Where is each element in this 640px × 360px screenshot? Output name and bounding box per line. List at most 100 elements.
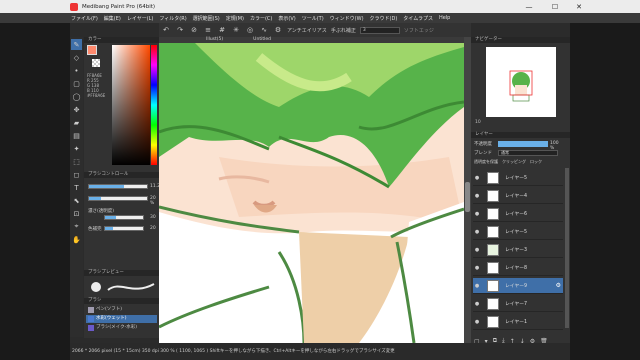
menu-timelapse[interactable]: タイムラプス — [403, 15, 433, 22]
color-fill-slider[interactable] — [104, 226, 144, 231]
navigator-thumbnail — [509, 70, 533, 102]
blend-select[interactable]: 通常 — [498, 150, 558, 156]
visibility-icon[interactable]: ● — [473, 229, 481, 235]
brush-opacity-slider[interactable] — [88, 196, 148, 201]
layer-panel-title: レイヤー — [471, 132, 570, 138]
soft-edge-label[interactable]: ソフトエッジ — [404, 27, 434, 34]
navigator-preview[interactable] — [486, 47, 556, 117]
rect-select-tool-icon[interactable]: ▢ — [71, 78, 82, 89]
select-pen-tool-icon[interactable]: ⬚ — [71, 156, 82, 167]
menu-select[interactable]: 選択範囲(S) — [193, 15, 220, 22]
move-tool-icon[interactable]: ✥ — [71, 104, 82, 115]
layer-name: レイヤー7 — [505, 302, 528, 307]
menu-filter[interactable]: フィルタ(R) — [159, 15, 186, 22]
layer-row[interactable]: ● レイヤー4 — [473, 188, 563, 204]
layer-gear-icon[interactable]: ⚙ — [556, 282, 561, 289]
navigator-panel: ナビゲーター 10 — [471, 37, 570, 132]
menu-layer[interactable]: レイヤー(L) — [127, 15, 154, 22]
pen-tool-icon[interactable]: ✎ — [71, 39, 82, 50]
gradient-tool-icon[interactable]: ▤ — [71, 130, 82, 141]
dot-tool-icon[interactable]: • — [71, 65, 82, 76]
text-tool-icon[interactable]: T — [71, 182, 82, 193]
scroll-thumb[interactable] — [465, 182, 470, 212]
hue-slider[interactable] — [151, 45, 157, 165]
layer-thumbnail — [487, 261, 499, 274]
visibility-icon[interactable]: ● — [473, 175, 481, 181]
fill-tool-icon[interactable]: ▰ — [71, 117, 82, 128]
correction-select[interactable]: 3 — [359, 26, 400, 34]
menu-file[interactable]: ファイル(F) — [71, 15, 98, 22]
clipping-checkbox[interactable]: クリッピング — [502, 159, 526, 165]
menu-edit[interactable]: 編集(E) — [104, 15, 121, 22]
visibility-icon[interactable]: ● — [473, 265, 481, 271]
redo-icon[interactable]: ↷ — [175, 25, 185, 35]
brush-item-makeup-watercolor[interactable]: ブラシ(メイク-水彩) — [86, 324, 157, 332]
layer-row[interactable]: ● レイヤー1 — [473, 314, 563, 330]
visibility-icon[interactable]: ● — [473, 283, 481, 289]
color-panel: カラー FF8A6E R 255 G 138 B 110 #FF8A6E — [84, 37, 159, 172]
canvas-tab[interactable]: Untitled — [253, 37, 271, 43]
undo-icon[interactable]: ↶ — [161, 25, 171, 35]
canvas-tab-bar: Illust(5) Untitled — [159, 37, 464, 43]
operation-tool-icon[interactable]: ⬉ — [71, 195, 82, 206]
snap-radial-icon[interactable]: ✳ — [231, 25, 241, 35]
antialias-checkbox[interactable]: アンチエイリアス — [287, 27, 327, 34]
layer-scrollbar[interactable] — [565, 168, 569, 328]
lock-checkbox[interactable]: ロック — [530, 159, 542, 165]
layer-row[interactable]: ● レイヤー5 — [473, 224, 563, 240]
correction-label: 手ぶれ補正 — [330, 27, 356, 34]
snap-parallel-icon[interactable]: ≡ — [203, 25, 213, 35]
layer-row[interactable]: ● レイヤー8 — [473, 260, 563, 276]
drawing-canvas[interactable] — [159, 37, 464, 343]
layer-blend-row: ブレンド 通常 — [474, 150, 564, 156]
deselect-tool-icon[interactable]: ◻ — [71, 169, 82, 180]
menu-cloud[interactable]: クラウド(D) — [370, 15, 398, 22]
menu-tool[interactable]: ツール(T) — [302, 15, 324, 22]
menu-help[interactable]: Help — [439, 15, 450, 21]
window-title: Medibang Paint Pro (64bit) — [82, 3, 156, 10]
protect-alpha-checkbox[interactable]: 透明度を保護 — [474, 159, 498, 165]
menu-window[interactable]: ウィンドウ(W) — [330, 15, 364, 22]
layer-row[interactable]: ● レイヤー3 — [473, 242, 563, 258]
minimize-button[interactable]: — — [520, 0, 538, 13]
visibility-icon[interactable]: ● — [473, 301, 481, 307]
menu-view[interactable]: 表示(V) — [278, 15, 295, 22]
visibility-icon[interactable]: ● — [473, 211, 481, 217]
canvas-vertical-scrollbar[interactable] — [464, 37, 471, 343]
brush-item-watercolor-wet[interactable]: 水彩(ウェット) — [86, 315, 157, 323]
lasso-tool-icon[interactable]: ◯ — [71, 91, 82, 102]
foreground-color-swatch[interactable] — [87, 45, 97, 55]
layer-row[interactable]: ● レイヤー6 — [473, 206, 563, 222]
eyedropper-tool-icon[interactable]: ⌖ — [71, 221, 82, 232]
snap-circle-icon[interactable]: ◎ — [245, 25, 255, 35]
canvas-tab[interactable]: Illust(5) — [206, 37, 223, 43]
brush-opacity-value: 20 % — [150, 196, 156, 206]
visibility-icon[interactable]: ● — [473, 247, 481, 253]
visibility-icon[interactable]: ● — [473, 319, 481, 325]
layer-row[interactable]: ● レイヤー5 — [473, 170, 563, 186]
eraser-tool-icon[interactable]: ◇ — [71, 52, 82, 63]
transparent-swatch[interactable] — [92, 59, 100, 67]
layer-opacity-slider[interactable] — [498, 141, 548, 147]
layer-name: レイヤー9 — [505, 284, 528, 289]
snap-settings-icon[interactable]: ⚙ — [273, 25, 283, 35]
layer-thumbnail — [487, 207, 499, 220]
magic-wand-tool-icon[interactable]: ✦ — [71, 143, 82, 154]
saturation-value-picker[interactable] — [112, 45, 150, 165]
hand-tool-icon[interactable]: ✋ — [71, 234, 82, 245]
brush-size-slider[interactable] — [88, 184, 148, 189]
layer-thumbnail — [487, 315, 499, 328]
visibility-icon[interactable]: ● — [473, 193, 481, 199]
snap-off-icon[interactable]: ⊘ — [189, 25, 199, 35]
maximize-button[interactable]: ☐ — [546, 0, 564, 13]
snap-grid-icon[interactable]: # — [217, 25, 227, 35]
brush-item-pen-soft[interactable]: ペン(ソフト) — [86, 306, 157, 314]
menu-color[interactable]: カラー(C) — [250, 15, 272, 22]
snap-curve-icon[interactable]: ∿ — [259, 25, 269, 35]
layer-row[interactable]: ● レイヤー7 — [473, 296, 563, 312]
menu-ruler[interactable]: 定規(M) — [226, 15, 244, 22]
close-button[interactable]: ✕ — [570, 0, 588, 13]
density-slider[interactable] — [104, 215, 144, 220]
layer-row[interactable]: ● レイヤー9 ⚙ — [473, 278, 563, 294]
divide-tool-icon[interactable]: ⊡ — [71, 208, 82, 219]
